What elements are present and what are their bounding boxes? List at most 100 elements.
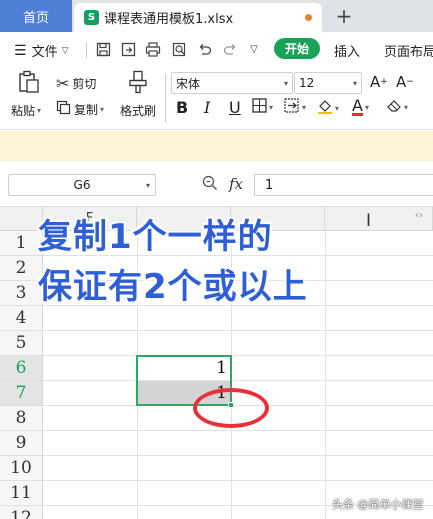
cut-label: 剪切 <box>72 77 97 91</box>
save-icon[interactable] <box>94 40 112 58</box>
clear-button[interactable]: ▾ <box>386 98 408 117</box>
row-header[interactable]: 12 <box>0 506 43 519</box>
cut-button[interactable]: ✂ 剪切 <box>56 74 96 93</box>
select-all-corner[interactable] <box>0 207 43 231</box>
ribbon-toolbar: 粘贴 ▾ ✂ 剪切 复制 ▾ 格式刷 宋体 ▾ 12 ▾ A + A − B I U… <box>0 66 433 130</box>
chevron-down-icon: ▾ <box>404 103 409 112</box>
borders-icon <box>252 98 267 117</box>
scissors-icon: ✂ <box>56 74 70 93</box>
format-painter-icon[interactable] <box>128 70 148 94</box>
row-header[interactable]: 2 <box>0 256 43 281</box>
watermark: 头条 @简单小课堂 <box>332 498 424 511</box>
copy-icon <box>56 100 71 119</box>
tab-insert[interactable]: 插入 <box>334 41 360 60</box>
chevron-down-icon: ▾ <box>302 103 307 112</box>
caption-line-2: 保证有2个或以上 <box>38 267 308 307</box>
copy-button[interactable]: 复制 ▾ <box>56 100 104 119</box>
text-cursor-icon: I <box>366 211 372 231</box>
font-name-select[interactable]: 宋体 ▾ <box>171 72 293 94</box>
chevron-down-icon: ▾ <box>269 103 274 112</box>
more-icon[interactable]: ▽ <box>245 40 263 58</box>
print-icon[interactable] <box>144 40 162 58</box>
caption-line-1: 复制1个一样的 <box>38 217 273 257</box>
file-menu-label: 文件 <box>31 45 58 60</box>
undo-icon[interactable] <box>195 40 213 58</box>
chevron-down-icon: ▾ <box>145 180 150 190</box>
chevron-down-icon: ▽ <box>61 45 69 56</box>
format-painter-label: 格式刷 <box>120 104 157 118</box>
row-header-active[interactable]: 6 <box>0 356 43 381</box>
file-tab[interactable]: S 课程表通用模板1.xlsx <box>74 3 322 32</box>
tab-start[interactable]: 开始 <box>274 38 320 59</box>
redo-icon[interactable] <box>221 40 239 58</box>
row-header[interactable]: 8 <box>0 406 43 431</box>
file-menu-button[interactable]: ☰ 文件 ▽ <box>14 41 69 61</box>
chevron-down-icon: ▾ <box>100 105 105 114</box>
gridline <box>43 355 433 356</box>
row-header-active[interactable]: 7 <box>0 381 43 406</box>
cell-reference: G6 <box>73 178 91 192</box>
notification-bar <box>0 131 433 161</box>
export-icon[interactable] <box>119 40 137 58</box>
tab-page-layout[interactable]: 页面布局 <box>384 41 433 60</box>
fill-color-button[interactable]: ▾ <box>317 98 339 118</box>
merge-cells-icon <box>284 98 300 117</box>
gridline <box>43 480 433 481</box>
print-preview-icon[interactable] <box>170 40 188 58</box>
name-box[interactable]: G6 ▾ <box>8 174 156 196</box>
unsaved-dot-icon <box>305 14 312 21</box>
gridline <box>43 455 433 456</box>
formula-bar: G6 ▾ fx 1 <box>0 161 433 207</box>
row-header[interactable]: 1 <box>0 231 43 256</box>
file-tab-label: 课程表通用模板1.xlsx <box>104 12 234 27</box>
chevron-down-icon: ▾ <box>364 102 369 112</box>
chevron-down-icon: ▾ <box>352 78 357 88</box>
fx-button[interactable]: fx <box>229 175 243 193</box>
italic-button[interactable]: I <box>204 98 210 117</box>
borders-button[interactable]: ▾ <box>252 98 273 117</box>
row-header[interactable]: 5 <box>0 331 43 356</box>
home-tab[interactable]: 首页 <box>0 0 72 32</box>
row-header[interactable]: 11 <box>0 481 43 506</box>
paste-button[interactable]: 粘贴 ▾ <box>11 102 41 119</box>
row-header[interactable]: 9 <box>0 431 43 456</box>
paint-bucket-icon <box>317 98 333 118</box>
zoom-icon[interactable] <box>202 175 218 195</box>
divider <box>86 42 87 58</box>
spreadsheet-logo-icon: S <box>84 10 99 25</box>
chevron-down-icon: ▾ <box>37 106 42 115</box>
copy-label: 复制 <box>74 103 99 117</box>
bold-button[interactable]: B <box>176 98 188 117</box>
row-header[interactable]: 10 <box>0 456 43 481</box>
gridline <box>43 430 433 431</box>
divider <box>165 74 166 122</box>
chevron-down-icon: ▾ <box>283 78 288 88</box>
title-bar: 首页 S 课程表通用模板1.xlsx + <box>0 0 433 32</box>
format-painter-button[interactable]: 格式刷 <box>120 102 156 119</box>
highlight-circle <box>193 388 269 428</box>
underline-button[interactable]: U <box>229 98 241 117</box>
menu-bar: ☰ 文件 ▽ ▽ 开始 插入 页面布局 <box>0 32 433 66</box>
merge-cells-button[interactable]: ▾ <box>284 98 306 117</box>
hamburger-icon: ☰ <box>14 42 27 59</box>
font-size-select[interactable]: 12 ▾ <box>294 72 362 94</box>
row-header[interactable]: 4 <box>0 306 43 331</box>
new-tab-button[interactable]: + <box>333 2 355 30</box>
split-handle-icon[interactable]: ‹› <box>415 210 423 221</box>
gridline <box>325 231 326 519</box>
font-color-button[interactable]: A ▾ <box>352 98 369 116</box>
paste-label: 粘贴 <box>11 104 36 118</box>
paste-icon[interactable] <box>18 70 40 94</box>
formula-input[interactable]: 1 <box>254 174 433 196</box>
eraser-icon <box>386 98 402 117</box>
chevron-down-icon: ▾ <box>335 103 340 113</box>
gridline <box>43 380 433 381</box>
font-color-icon: A <box>352 96 363 116</box>
decrease-font-size-icon[interactable]: A − <box>396 73 414 91</box>
font-name-value: 宋体 <box>176 76 201 91</box>
font-size-value: 12 <box>299 76 315 90</box>
increase-font-size-icon[interactable]: A + <box>370 73 388 91</box>
spreadsheet-grid[interactable]: F 1 2 3 4 5 6 7 8 9 10 11 12 1 1 复制1个一样的… <box>0 207 433 519</box>
row-header[interactable]: 3 <box>0 281 43 306</box>
gridline <box>43 330 433 331</box>
